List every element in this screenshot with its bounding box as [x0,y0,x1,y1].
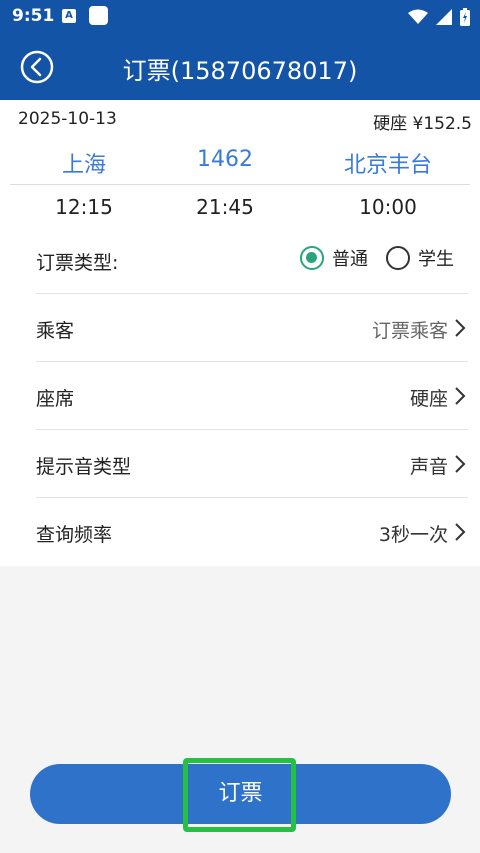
query-rate-label: 查询频率 [36,524,113,546]
passenger-label: 乘客 [36,320,75,342]
signal-icon [436,9,452,25]
chevron-right-icon [455,387,466,405]
app-bar: 订票(15870678017) [0,34,480,100]
radio-student-label[interactable]: 学生 [418,245,454,271]
radio-normal-label[interactable]: 普通 [332,245,368,271]
status-icons [408,8,470,26]
order-form: 订票类型: 普通 学生 乘客 订票乘客 座席 硬座 提示音类型 声音 查询频率 … [0,226,480,566]
alert-sound-label: 提示音类型 [36,456,132,478]
train-number: 1462 [197,147,253,172]
from-station: 上海 [61,153,106,178]
query-rate-row[interactable]: 查询频率 3秒一次 [0,498,480,566]
ticket-type-row: 订票类型: 普通 学生 [0,226,480,294]
chevron-right-icon [455,455,466,473]
seat-price: 硬座 ¥152.5 [373,114,472,134]
seat-row[interactable]: 座席 硬座 [0,362,480,430]
trip-date: 2025-10-13 [18,109,117,129]
chevron-right-icon [455,319,466,337]
query-rate-value: 3秒一次 [378,524,448,546]
alert-sound-value: 声音 [409,456,448,478]
trip-duration: 10:00 [359,195,417,219]
wifi-icon [408,9,428,24]
ticket-type-radio-group: 普通 学生 [300,245,454,271]
chevron-right-icon [455,523,466,541]
battery-icon [460,8,470,26]
depart-time: 12:15 [55,195,113,219]
passenger-value: 订票乘客 [371,320,448,342]
page-title: 订票(15870678017) [122,57,358,85]
divider [10,184,470,185]
arrive-time: 21:45 [196,195,254,219]
notification-a-icon: A [62,9,76,23]
radio-student[interactable] [386,246,410,270]
trip-info-panel: 2025-10-13 硬座 ¥152.5 上海 1462 北京丰台 12:15 … [0,100,480,226]
alert-sound-row[interactable]: 提示音类型 声音 [0,430,480,498]
seat-label: 座席 [36,388,75,410]
status-bar: 9:51 A [0,0,480,34]
status-time: 9:51 [12,6,55,26]
ticket-type-label: 订票类型: [36,252,119,274]
radio-normal[interactable] [300,246,324,270]
notification-square-icon [89,6,108,25]
seat-value: 硬座 [409,388,448,410]
order-button[interactable]: 订票 [30,764,451,824]
to-station: 北京丰台 [343,153,432,178]
passenger-row[interactable]: 乘客 订票乘客 [0,294,480,362]
